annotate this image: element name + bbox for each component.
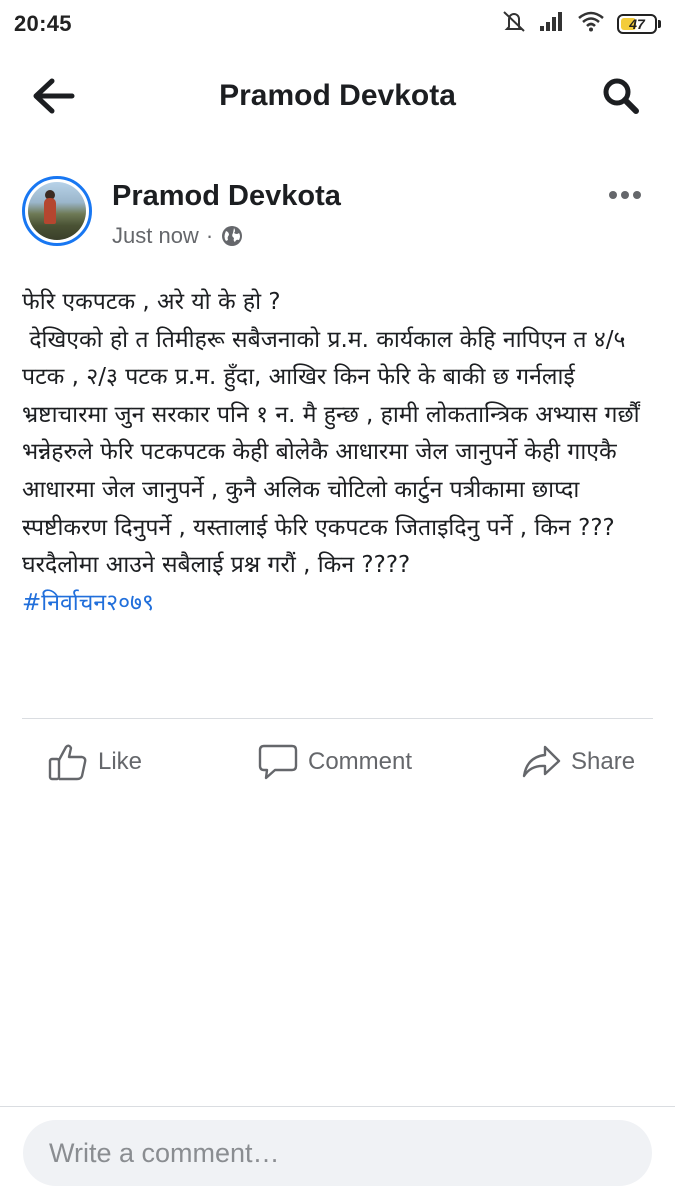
- status-time: 20:45: [14, 11, 72, 36]
- comment-input[interactable]: [47, 1136, 652, 1170]
- back-arrow-icon: [33, 78, 75, 114]
- post-time-row: Just now ·: [112, 223, 341, 249]
- post-body: फेरि एकपटक , अरे यो के हो ? देखिएको हो त…: [22, 284, 654, 622]
- post-actions: Like Comment Share: [0, 720, 675, 804]
- comment-composer[interactable]: [23, 1120, 652, 1186]
- composer-divider: [0, 1106, 675, 1107]
- more-options-button[interactable]: [605, 180, 645, 210]
- post-meta: Pramod Devkota Just now ·: [112, 180, 341, 249]
- status-bar: 20:45 47: [0, 0, 675, 48]
- search-icon: [603, 78, 639, 114]
- comment-button[interactable]: Comment: [258, 720, 412, 804]
- globe-icon: [222, 226, 243, 246]
- battery-indicator: 47: [617, 14, 657, 34]
- page-title: Pramod Devkota: [219, 79, 456, 112]
- search-button[interactable]: [595, 70, 647, 122]
- battery-level: 47: [629, 16, 645, 32]
- actions-divider: [22, 718, 653, 719]
- signal-icon: [539, 10, 565, 38]
- battery-tip: [658, 20, 661, 28]
- app-header: Pramod Devkota: [0, 48, 675, 144]
- battery-icon: 47: [617, 14, 661, 34]
- mute-icon: [501, 9, 527, 39]
- post-timestamp[interactable]: Just now: [112, 223, 199, 249]
- back-button[interactable]: [28, 70, 80, 122]
- share-label: Share: [571, 748, 636, 775]
- comment-label: Comment: [308, 748, 413, 775]
- post-header: Pramod Devkota Just now ·: [22, 176, 653, 256]
- comment-bubble-icon: [258, 744, 298, 780]
- more-dots-icon: [609, 191, 641, 199]
- status-icons: 47: [501, 9, 661, 39]
- post-hashtag[interactable]: #निर्वाचन२०७९: [22, 590, 154, 616]
- like-button[interactable]: Like: [48, 720, 142, 804]
- post-text: फेरि एकपटक , अरे यो के हो ? देखिएको हो त…: [22, 289, 640, 579]
- post-author[interactable]: Pramod Devkota: [112, 180, 341, 213]
- share-arrow-icon: [522, 745, 561, 778]
- like-thumb-icon: [48, 744, 87, 781]
- avatar-photo: [28, 182, 86, 240]
- avatar-person-body: [44, 198, 56, 224]
- meta-separator: ·: [205, 223, 214, 248]
- avatar[interactable]: [22, 176, 92, 246]
- like-label: Like: [98, 748, 143, 775]
- wifi-icon: [577, 10, 605, 38]
- share-button[interactable]: Share: [521, 720, 635, 804]
